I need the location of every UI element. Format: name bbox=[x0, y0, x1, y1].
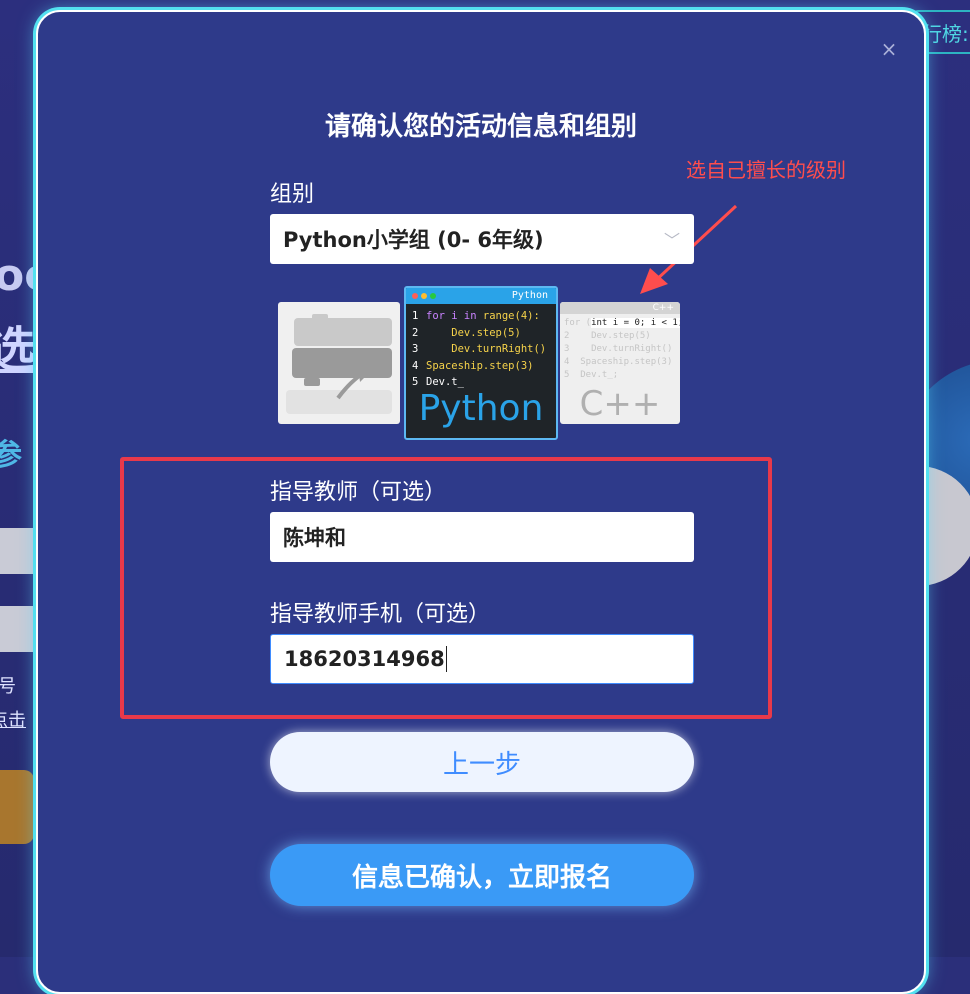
bg-heading-fragment-2: 选 bbox=[0, 322, 37, 378]
python-tag: Python bbox=[511, 290, 548, 301]
cpp-label: C++ bbox=[579, 384, 661, 424]
option-blocks[interactable] bbox=[278, 302, 400, 424]
prev-step-button[interactable]: 上一步 bbox=[270, 732, 694, 792]
blocks-icon bbox=[286, 314, 392, 414]
modal-title: 请确认您的活动信息和组别 bbox=[324, 112, 637, 142]
text-caret bbox=[445, 646, 448, 672]
bg-subheading-fragment: 参 bbox=[0, 438, 22, 473]
python-label: Python bbox=[418, 388, 544, 429]
cpp-tag: C++ bbox=[652, 303, 674, 313]
teacher-phone-label: 指导教师手机（可选） bbox=[270, 602, 491, 627]
chevron-down-icon: ﹀ bbox=[663, 231, 680, 250]
option-cpp[interactable]: C++ for (int i = 0; i < 1; i++) { 2 Dev.… bbox=[560, 302, 680, 424]
bg-small-text: 号 bbox=[0, 676, 16, 697]
close-icon[interactable]: × bbox=[878, 38, 900, 60]
confirm-register-button[interactable]: 信息已确认，立即报名 bbox=[270, 844, 694, 906]
cpp-window-bar: C++ bbox=[560, 302, 680, 314]
python-code-sample: 1 for i in range(4): 2 Dev.step(5) 3 Dev.… bbox=[412, 310, 547, 389]
annotation-text: 选自己擅长的级别 bbox=[686, 158, 846, 182]
bg-input-2 bbox=[0, 606, 36, 652]
bg-link-text: 点击 bbox=[0, 710, 26, 731]
group-select-value: Python小学组 (0- 6年级) bbox=[283, 228, 544, 252]
python-window-bar: Python bbox=[406, 288, 556, 304]
teacher-name-input[interactable]: 陈坤和 bbox=[270, 512, 694, 562]
group-label: 组别 bbox=[270, 182, 315, 207]
teacher-label: 指导教师（可选） bbox=[270, 480, 447, 505]
group-select[interactable]: Python小学组 (0- 6年级) ﹀ bbox=[270, 214, 694, 264]
teacher-phone-input[interactable]: 18620314968 bbox=[270, 634, 694, 684]
registration-modal: × 请确认您的活动信息和组别 选自己擅长的级别 组别 Python小学组 (0-… bbox=[36, 10, 926, 994]
bg-input-1 bbox=[0, 528, 36, 574]
bg-button bbox=[0, 770, 34, 844]
cpp-code-sample: for (int i = 0; i < 1; i++) { 2 Dev.step… bbox=[560, 314, 680, 385]
option-python[interactable]: Python 1 for i in range(4): 2 Dev.step(5)… bbox=[404, 286, 558, 440]
